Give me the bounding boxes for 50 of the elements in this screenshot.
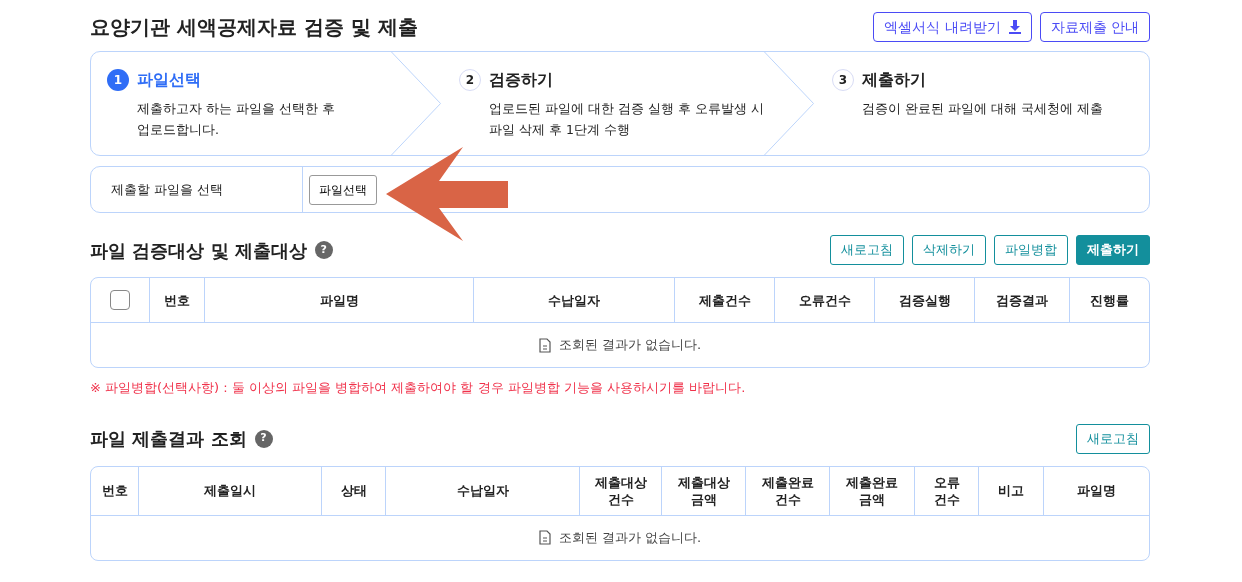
column-header: 상태 (321, 466, 385, 515)
empty-message: 조회된 결과가 없습니다. (558, 528, 702, 547)
step-number: 1 (107, 69, 129, 91)
empty-message: 조회된 결과가 없습니다. (558, 336, 702, 355)
column-header: 검증결과 (974, 278, 1069, 322)
column-header: 제출일시 (138, 466, 321, 515)
action-button[interactable]: 새로고침 (1076, 423, 1150, 454)
column-header: 수납일자 (385, 466, 579, 515)
help-icon[interactable]: ? (254, 429, 273, 448)
action-button[interactable]: 파일병합 (994, 235, 1068, 265)
action-button[interactable]: 삭제하기 (912, 235, 986, 265)
section-title: 파일 제출결과 조회 (90, 427, 247, 451)
checkbox[interactable] (110, 290, 130, 310)
download-icon (1008, 20, 1021, 34)
column-header: 비고 (978, 466, 1043, 515)
step-description: 제출하고자 하는 파일을 선택한 후 업로드합니다. (136, 100, 336, 139)
notice-text: ※ 파일병합(선택사항) : 둘 이상의 파일을 병합하여 제출하여야 할 경우 파일병합 기능을 사용하시기를 바랍니다. (90, 379, 747, 397)
step-title: 파일선택 (137, 69, 201, 91)
column-header: 제출대상 건수 (579, 466, 661, 515)
column-header: 오류 건수 (914, 466, 978, 515)
arrow-icon (386, 147, 508, 241)
action-button[interactable]: 새로고침 (830, 235, 904, 265)
column-header: 검증실행 (874, 278, 974, 322)
file-select-label: 제출할 파일을 선택 (111, 180, 224, 199)
column-header: 제출완료 금액 (829, 466, 914, 515)
column-header: 진행률 (1069, 278, 1149, 322)
column-header: 번호 (100, 482, 129, 500)
step-number: 3 (831, 69, 854, 91)
document-icon (538, 530, 551, 545)
step-number: 2 (459, 69, 481, 91)
column-header: 제출건수 (674, 278, 774, 322)
page-title: 요양기관 세액공제자료 검증 및 제출 (90, 15, 418, 39)
step-description: 업로드된 파일에 대한 검증 실행 후 오류발생 시 파일 삭제 후 1단계 수행 (488, 100, 764, 139)
guide-button[interactable]: 자료제출 안내 (1039, 12, 1150, 42)
help-icon[interactable]: ? (314, 241, 333, 259)
step-description: 검증이 완료된 파일에 대해 국세청에 제출 (860, 100, 1104, 118)
column-header: 파일명 (204, 278, 473, 322)
section-title: 파일 검증대상 및 제출대상 (90, 238, 307, 263)
step-title: 검증하기 (489, 69, 553, 91)
column-header: 수납일자 (473, 278, 674, 322)
column-header: 제출대상 금액 (661, 466, 745, 515)
action-button[interactable]: 제출하기 (1076, 235, 1150, 265)
column-header: 파일명 (1043, 466, 1149, 515)
file-select-button[interactable]: 파일선택 (309, 175, 377, 205)
column-header: 제출완료 건수 (745, 466, 829, 515)
download-button[interactable]: 엑셀서식 내려받기 (873, 12, 1032, 42)
step-title: 제출하기 (861, 69, 926, 91)
document-icon (538, 337, 551, 353)
column-header: 번호 (149, 278, 204, 322)
column-header: 오류건수 (774, 278, 874, 322)
